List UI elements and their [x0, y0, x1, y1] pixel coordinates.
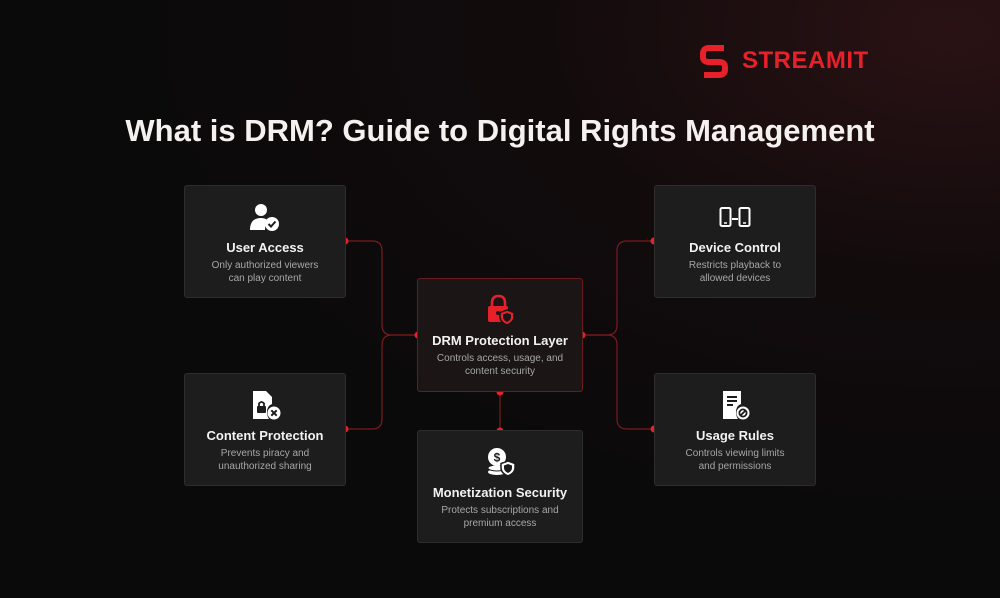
desc-line: content security	[464, 366, 536, 377]
coins-shield-icon: $	[487, 448, 516, 477]
card-description: Prevents piracy and unauthorized sharing	[195, 447, 335, 473]
card-title: Device Control	[689, 240, 781, 255]
card-monetization-security: $ Monetization Security Protects subscri…	[417, 430, 583, 543]
devices-icon	[719, 207, 751, 227]
desc-line: unauthorized sharing	[218, 461, 312, 472]
card-description: Protects subscriptions and premium acces…	[428, 504, 572, 530]
desc-line: allowed devices	[699, 273, 771, 284]
card-title: Usage Rules	[695, 428, 775, 443]
card-usage-rules: Usage Rules Controls viewing limits and …	[654, 373, 816, 486]
desc-line: Prevents piracy and	[220, 448, 310, 459]
document-block-icon	[723, 391, 750, 420]
desc-line: Protects subscriptions and	[441, 505, 559, 516]
card-description: Controls access, usage, and content secu…	[428, 352, 572, 378]
card-title: User Access	[226, 240, 304, 255]
desc-line: Controls access, usage, and	[436, 353, 564, 364]
card-device-control: Device Control Restricts playback to all…	[654, 185, 816, 298]
card-description: Controls viewing limits and permissions	[665, 447, 805, 473]
desc-line: and permissions	[698, 461, 772, 472]
lock-shield-icon	[488, 294, 515, 326]
svg-text:$: $	[494, 451, 501, 465]
card-description: Only authorized viewers can play content	[195, 259, 335, 285]
card-drm-protection-layer: DRM Protection Layer Controls access, us…	[417, 278, 583, 392]
card-title: DRM Protection Layer	[432, 333, 568, 348]
card-description: Restricts playback to allowed devices	[665, 259, 805, 285]
desc-line: can play content	[228, 273, 302, 284]
desc-line: premium access	[463, 518, 537, 529]
card-content-protection: Content Protection Prevents piracy and u…	[184, 373, 346, 486]
desc-line: Controls viewing limits	[685, 448, 785, 459]
desc-line: Restricts playback to	[688, 260, 782, 271]
file-lock-icon	[253, 391, 281, 420]
card-user-access: User Access Only authorized viewers can …	[184, 185, 346, 298]
desc-line: Only authorized viewers	[211, 260, 319, 271]
card-title: Content Protection	[206, 428, 324, 443]
card-title: Monetization Security	[432, 485, 568, 500]
user-check-icon	[250, 204, 279, 231]
